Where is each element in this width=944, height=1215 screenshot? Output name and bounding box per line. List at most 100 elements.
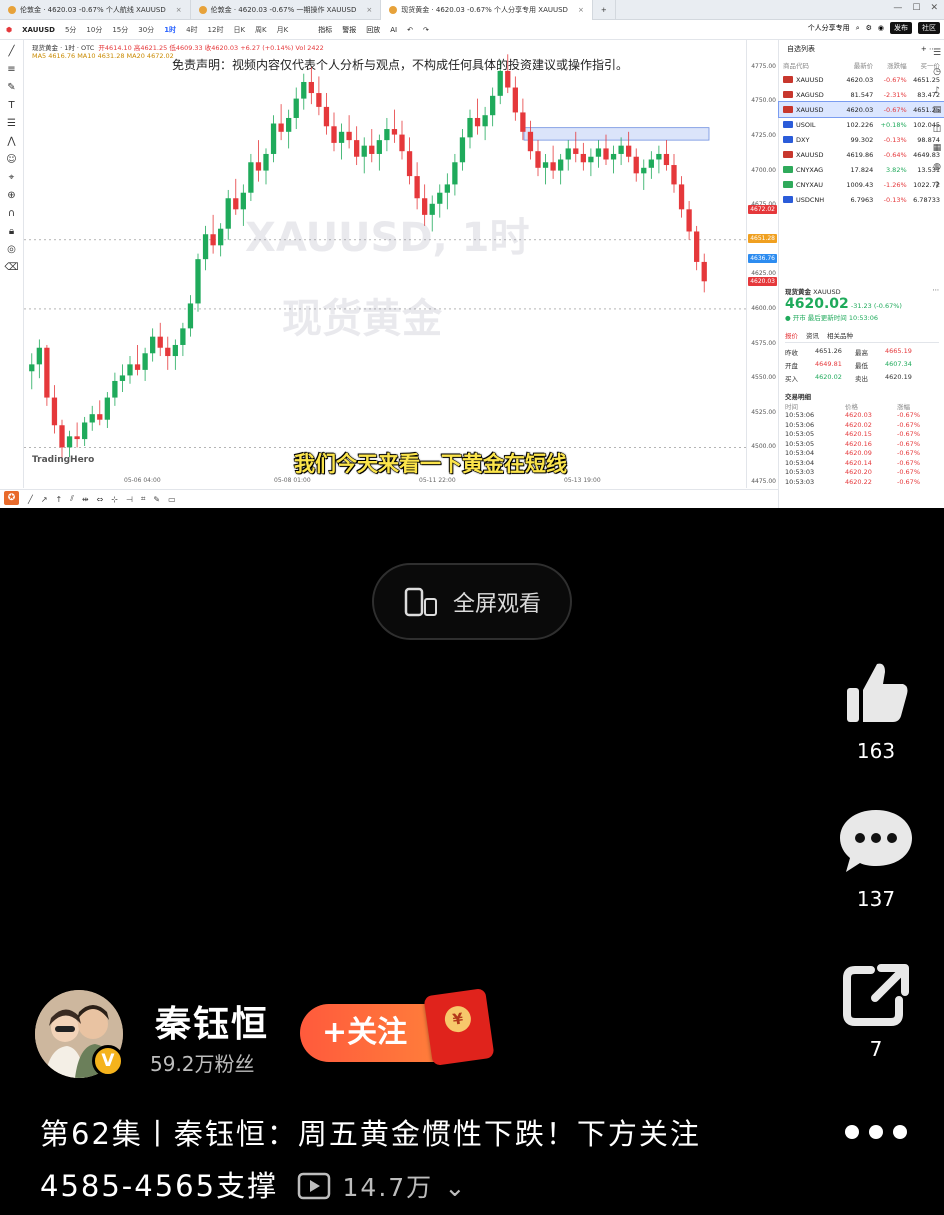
measure-tool-icon[interactable]: ⊣ [126, 495, 133, 504]
like-action[interactable]: 163 [836, 658, 916, 763]
close-icon[interactable]: × [578, 6, 584, 14]
redo-icon[interactable]: ↷ [423, 26, 429, 34]
watchlist-row[interactable]: XAUUSD 4619.86 -0.64% 4649.83 [779, 147, 944, 162]
fib-icon[interactable]: ☰ [7, 118, 16, 129]
alert-button[interactable]: 警报 [342, 25, 356, 35]
chevron-down-icon[interactable]: ⌄ [444, 1173, 467, 1202]
rect-tool-icon[interactable]: ▭ [168, 495, 176, 504]
community-button[interactable]: 社区 [918, 22, 940, 34]
column-header[interactable]: 涨跌幅 [873, 60, 907, 70]
tab-related[interactable]: 相关品种 [827, 330, 853, 340]
candlestick-chart[interactable] [24, 40, 746, 488]
trash-icon[interactable]: ⌫ [4, 262, 18, 273]
watchlist-row[interactable]: CNYXAG 17.824 3.82% 13.531 [779, 162, 944, 177]
tab-quote[interactable]: 报价 [785, 330, 798, 340]
browser-tab-active[interactable]: 现货黄金 · 4620.03 -0.67% 个人分享专用 XAUUSD × [381, 0, 593, 20]
brush-icon[interactable]: ✎ [7, 82, 15, 93]
clock-icon[interactable]: ◷ [933, 67, 941, 77]
pen-tool-icon[interactable]: ✎ [153, 495, 160, 504]
ai-button[interactable]: AI [390, 26, 397, 34]
fullscreen-button[interactable]: 全屏观看 [372, 563, 572, 640]
layout-label[interactable]: 个人分享专用 [808, 23, 850, 33]
ruler-icon[interactable]: ⌖ [9, 172, 15, 183]
emoji-icon[interactable]: ☺ [6, 154, 16, 165]
fib-tool-icon[interactable]: ⌗ [141, 494, 146, 504]
tick-rows: 10:53:06 4620.03 -0.67% 10:53:06 4620.02 -0.6… [785, 411, 939, 487]
timeframe-button[interactable]: 5分 [65, 25, 76, 35]
chat-icon[interactable]: ◫ [933, 124, 942, 134]
zoom-icon[interactable]: ⊕ [7, 190, 15, 201]
symbol-search[interactable]: XAUUSD [22, 26, 55, 34]
watchlist-row[interactable]: CNYXAU 1009.43 -1.26% 1022.72 [779, 177, 944, 192]
column-header[interactable]: 商品代码 [783, 60, 838, 70]
horizontal-lines-icon[interactable]: ≡ [7, 64, 15, 75]
watchlist-row[interactable]: XAGUSD 81.547 -2.31% 83.472 [779, 87, 944, 102]
lock-icon[interactable]: 🔒︎ [9, 226, 14, 237]
globe-icon[interactable]: ◍ [933, 162, 941, 172]
timeframe-button[interactable]: 15分 [112, 25, 128, 35]
column-header[interactable]: 最新价 [838, 60, 874, 70]
candle-body [391, 129, 398, 135]
comment-action[interactable]: 137 [836, 806, 916, 911]
timeframe-button[interactable]: 月K [277, 25, 289, 35]
vline-tool-icon[interactable]: ⇔ [97, 495, 104, 504]
watchlist-row[interactable]: DXY 99.302 -0.13% 98.874 [779, 132, 944, 147]
new-tab-button[interactable]: + [593, 0, 616, 20]
channel-tool-icon[interactable]: ⫽ [70, 494, 74, 504]
watchlist-row[interactable]: USOIL 102.226 +0.18% 102.045 [779, 117, 944, 132]
maximize-icon[interactable]: ☐ [912, 3, 920, 13]
timeframe-button[interactable]: 12时 [208, 25, 224, 35]
eye-icon[interactable]: ◎ [7, 244, 16, 255]
help-icon[interactable]: ? [935, 181, 940, 191]
text-icon[interactable]: T [8, 100, 14, 111]
watchlist-row[interactable]: XAUUSD 4620.03 -0.67% 4651.25 [779, 72, 944, 87]
watchlist-row[interactable]: XAUUSD 4620.03 -0.67% 4651.25 [778, 101, 944, 118]
list-icon[interactable]: ▤ [933, 105, 942, 115]
line-tool-icon[interactable]: ╱ [28, 495, 33, 504]
ray-tool-icon[interactable]: ↗ [41, 495, 48, 504]
search-icon[interactable]: ⌕ [856, 24, 860, 33]
timeframe-button[interactable]: 日K [233, 25, 245, 35]
publish-button[interactable]: 发布 [890, 22, 912, 34]
settings-icon[interactable]: ⚙ [866, 24, 872, 32]
close-window-icon[interactable]: ✕ [930, 3, 938, 13]
hline-tool-icon[interactable]: ⇹ [82, 495, 89, 504]
tick-change: -0.67% [897, 420, 920, 429]
magnet-icon[interactable]: ∩ [8, 208, 15, 219]
share-action[interactable]: 7 [836, 962, 916, 1061]
username[interactable]: 秦钰恒 [155, 995, 269, 1047]
more-options-button[interactable] [845, 1125, 907, 1139]
timeframe-button[interactable]: 4时 [186, 25, 197, 35]
indicator-button[interactable]: 指标 [318, 25, 332, 35]
timeframe-button-active[interactable]: 1时 [164, 25, 176, 35]
timeframe-button[interactable]: 30分 [138, 25, 154, 35]
browser-tab[interactable]: 伦敦金 · 4620.03 -0.67% 个人航线 XAUUSD × [0, 0, 191, 20]
tick-price: 4620.15 [845, 430, 872, 439]
tick-price: 4620.20 [845, 468, 872, 477]
tick-row: 10:53:03 4620.20 -0.67% [785, 468, 939, 478]
cross-tool-icon[interactable]: ⊹ [111, 495, 118, 504]
browser-tab[interactable]: 伦敦金 · 4620.03 -0.67% 一期操作 XAUUSD × [191, 0, 382, 20]
watchlist-title[interactable]: 自选列表 [787, 44, 815, 54]
close-icon[interactable]: × [176, 6, 182, 14]
calendar-icon[interactable]: ▦ [933, 143, 942, 153]
tab-news[interactable]: 资讯 [806, 330, 819, 340]
timeframe-button[interactable]: 周K [255, 25, 267, 35]
camera-icon[interactable]: ◉ [878, 24, 884, 32]
pattern-icon[interactable]: ⋀ [7, 136, 15, 147]
close-icon[interactable]: × [366, 6, 372, 14]
minimize-icon[interactable]: — [893, 3, 902, 13]
bell-icon[interactable]: ♪ [934, 86, 940, 96]
share-count: 7 [869, 1037, 883, 1061]
price-axis[interactable]: 4775.004750.004725.004700.004675.004650.… [746, 40, 778, 488]
red-envelope-icon[interactable]: ¥ [423, 988, 495, 1066]
replay-button[interactable]: 回放 [366, 25, 380, 35]
trendline-icon[interactable]: ╱ [8, 46, 14, 57]
more-icon[interactable]: ⋯ [933, 286, 940, 296]
symbol-cell: XAUUSD [783, 76, 838, 84]
watchlist-row[interactable]: USDCNH 6.7963 -0.13% 6.78733 [779, 192, 944, 207]
arrow-tool-icon[interactable]: ↑ [56, 495, 63, 504]
undo-icon[interactable]: ↶ [407, 26, 413, 34]
watchlist-icon[interactable]: ☰ [933, 48, 941, 58]
timeframe-button[interactable]: 10分 [86, 25, 102, 35]
